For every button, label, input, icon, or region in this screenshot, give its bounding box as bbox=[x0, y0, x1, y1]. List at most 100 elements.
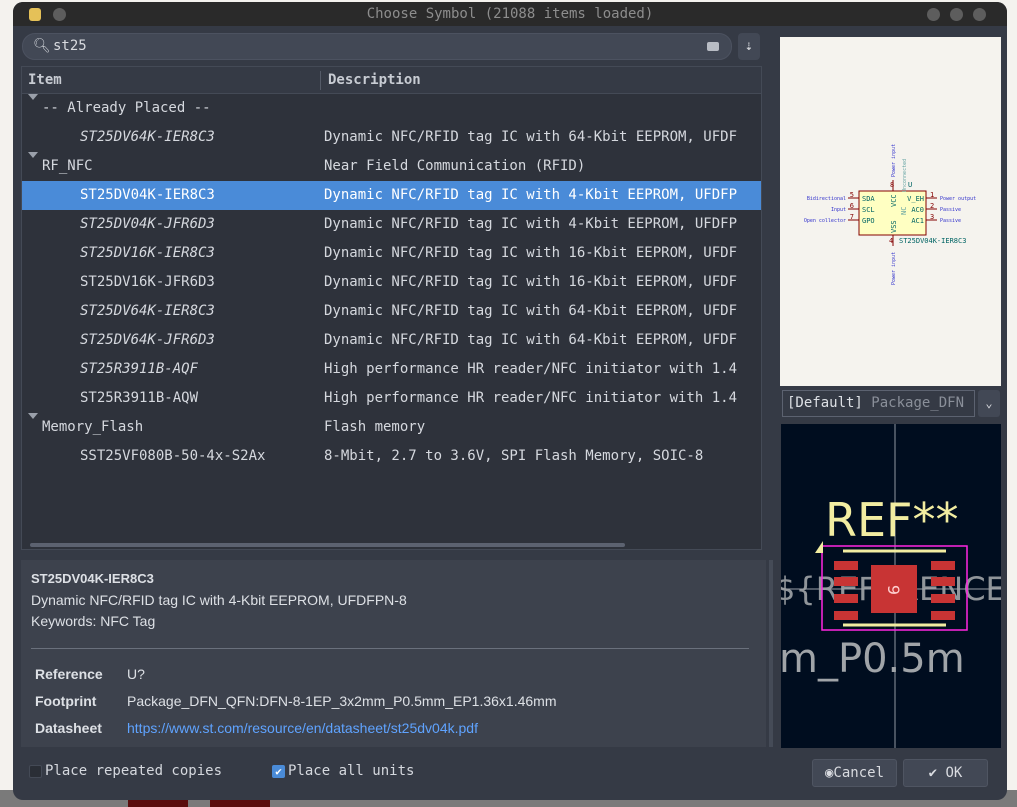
maximize-button[interactable] bbox=[950, 8, 963, 21]
sort-button[interactable]: ⇣ bbox=[738, 33, 760, 60]
pin-number: 7 bbox=[850, 213, 854, 221]
pin-number: 2 bbox=[930, 202, 934, 210]
preview-panel: 5 SDA Bidirectional 1 V_EH Power output 6 SCL In… bbox=[773, 26, 1007, 750]
item-name: ST25DV04K-JFR6D3 bbox=[80, 216, 215, 232]
clear-icon[interactable] bbox=[707, 42, 719, 51]
place-repeated-copies-checkbox[interactable] bbox=[29, 765, 42, 778]
pin-number: 5 bbox=[850, 191, 854, 199]
tree-group[interactable]: RF_NFC Near Field Communication (RFID) bbox=[22, 152, 761, 181]
item-name: ST25R3911B-AQW bbox=[80, 390, 199, 406]
details-keywords: Keywords: NFC Tag bbox=[31, 613, 156, 629]
cancel-label: Cancel bbox=[833, 765, 884, 781]
tree-item[interactable]: ST25DV04K-IER8C3 Dynamic NFC/RFID tag IC … bbox=[22, 181, 761, 210]
item-name: ST25DV16K-JFR6D3 bbox=[80, 274, 215, 290]
column-divider[interactable] bbox=[320, 71, 321, 90]
menu-button[interactable] bbox=[53, 8, 66, 21]
tree-item[interactable]: SST25VF080B-50-4x-S2Ax 8-Mbit, 2.7 to 3.6… bbox=[22, 442, 761, 471]
pad-number: 9 bbox=[884, 585, 903, 595]
footprint-preview: ${REFERENCE} m_P0.5m 9 REF** bbox=[781, 424, 1001, 748]
search-value: st25 bbox=[53, 38, 87, 54]
pin-type: Power input bbox=[891, 144, 897, 177]
footprint-default-label: [Default] bbox=[787, 395, 863, 411]
item-description: Dynamic NFC/RFID tag IC with 16-Kbit EEP… bbox=[324, 274, 738, 290]
app-icon bbox=[29, 8, 41, 21]
window-title: Choose Symbol (21088 items loaded) bbox=[366, 6, 654, 22]
symbol-reference: U bbox=[908, 181, 912, 189]
expand-icon[interactable] bbox=[28, 413, 38, 419]
fp-reference-text: REF** bbox=[825, 493, 959, 547]
footprint-selector[interactable]: [Default] Package_DFN bbox=[782, 390, 975, 417]
pin-type: Bidirectional bbox=[807, 196, 846, 202]
tree-item[interactable]: ST25DV16K-JFR6D3 Dynamic NFC/RFID tag IC … bbox=[22, 268, 761, 297]
ok-button[interactable]: ✔ OK bbox=[903, 759, 988, 787]
column-header-item[interactable]: Item bbox=[28, 67, 62, 94]
pin-number: 8 bbox=[890, 181, 894, 189]
place-repeated-copies-label[interactable]: Place repeated copies bbox=[45, 763, 222, 779]
pin-type: Input bbox=[831, 207, 846, 213]
tree-group[interactable]: -- Already Placed -- bbox=[22, 94, 761, 123]
item-description: Dynamic NFC/RFID tag IC with 16-Kbit EEP… bbox=[324, 245, 738, 261]
item-description: Dynamic NFC/RFID tag IC with 64-Kbit EEP… bbox=[324, 332, 738, 348]
tree-item[interactable]: ST25DV64K-JFR6D3 Dynamic NFC/RFID tag IC … bbox=[22, 326, 761, 355]
column-header-description[interactable]: Description bbox=[328, 67, 421, 94]
expand-icon[interactable] bbox=[28, 94, 38, 100]
symbol-value: ST25DV04K-IER8C3 bbox=[899, 237, 966, 245]
tree-header: Item Description bbox=[22, 67, 761, 94]
chevron-down-icon: ⌄ bbox=[985, 396, 993, 410]
cancel-button[interactable]: ◉Cancel bbox=[812, 759, 897, 787]
item-name: ST25DV64K-IER8C3 bbox=[80, 129, 215, 145]
item-name: Memory_Flash bbox=[42, 419, 144, 435]
place-all-units-checkbox[interactable]: ✔ bbox=[272, 765, 285, 778]
symbol-details: ST25DV04K-IER8C3 Dynamic NFC/RFID tag IC… bbox=[21, 560, 766, 747]
pin-name: VCC bbox=[890, 194, 898, 207]
dialog-footer: Place repeated copies ✔ Place all units … bbox=[13, 750, 1007, 800]
search-input[interactable]: 🔍︎ st25 bbox=[22, 33, 732, 60]
footprint-dropdown-button[interactable]: ⌄ bbox=[978, 390, 1000, 417]
item-name: ST25DV64K-IER8C3 bbox=[80, 303, 215, 319]
item-name: ST25DV64K-JFR6D3 bbox=[80, 332, 215, 348]
divider bbox=[31, 648, 749, 649]
symbol-preview: 5 SDA Bidirectional 1 V_EH Power output 6 SCL In… bbox=[780, 37, 1001, 386]
horizontal-scrollbar[interactable] bbox=[30, 543, 625, 547]
check-icon: ✔ bbox=[928, 765, 946, 781]
field-label-datasheet: Datasheet bbox=[35, 720, 102, 736]
tree-item[interactable]: ST25R3911B-AQW High performance HR reader… bbox=[22, 384, 761, 413]
field-label-reference: Reference bbox=[35, 666, 103, 682]
pin-number: 6 bbox=[850, 202, 854, 210]
pin-number: 1 bbox=[930, 191, 934, 199]
sort-icon: ⇣ bbox=[744, 38, 754, 54]
tree-item[interactable]: ST25R3911B-AQF High performance HR reader… bbox=[22, 355, 761, 384]
pin-name: NC bbox=[900, 207, 908, 215]
field-value-footprint: Package_DFN_QFN:DFN-8-1EP_3x2mm_P0.5mm_E… bbox=[127, 693, 557, 709]
pin-name: SDA bbox=[862, 195, 875, 203]
item-description: Dynamic NFC/RFID tag IC with 4-Kbit EEPR… bbox=[324, 187, 738, 203]
tree-item[interactable]: ST25DV64K-IER8C3 Dynamic NFC/RFID tag IC … bbox=[22, 123, 761, 152]
tree-group[interactable]: Memory_Flash Flash memory bbox=[22, 413, 761, 442]
tree-item[interactable]: ST25DV64K-IER8C3 Dynamic NFC/RFID tag IC … bbox=[22, 297, 761, 326]
item-description: Dynamic NFC/RFID tag IC with 4-Kbit EEPR… bbox=[324, 216, 738, 232]
item-description: High performance HR reader/NFC initiator… bbox=[324, 390, 738, 406]
item-name: ST25DV04K-IER8C3 bbox=[80, 187, 215, 203]
tree-item[interactable]: ST25DV16K-IER8C3 Dynamic NFC/RFID tag IC … bbox=[22, 239, 761, 268]
item-name: ST25R3911B-AQF bbox=[80, 361, 199, 377]
minimize-button[interactable] bbox=[927, 8, 940, 21]
place-all-units-label[interactable]: Place all units bbox=[288, 763, 414, 779]
pin-type: Open collector bbox=[804, 218, 846, 224]
expand-icon[interactable] bbox=[28, 152, 38, 158]
symbol-tree[interactable]: Item Description -- Already Placed -- ST2… bbox=[21, 66, 762, 550]
search-icon: 🔍︎ bbox=[33, 38, 51, 54]
pin-number: 4 bbox=[889, 237, 893, 245]
item-name: -- Already Placed -- bbox=[42, 100, 211, 116]
field-value-reference: U? bbox=[127, 666, 145, 682]
item-description: Near Field Communication (RFID) bbox=[324, 158, 586, 174]
pin-type: Power input bbox=[891, 252, 897, 285]
pin-number: 3 bbox=[930, 213, 934, 221]
close-button[interactable] bbox=[973, 8, 986, 21]
tree-item[interactable]: ST25DV04K-JFR6D3 Dynamic NFC/RFID tag IC … bbox=[22, 210, 761, 239]
item-name: ST25DV16K-IER8C3 bbox=[80, 245, 215, 261]
datasheet-link[interactable]: https://www.st.com/resource/en/datasheet… bbox=[127, 720, 478, 736]
pin-type: Passive bbox=[940, 218, 961, 224]
details-name: ST25DV04K-IER8C3 bbox=[31, 571, 154, 586]
pin-name: VSS bbox=[890, 220, 898, 233]
pin-name: AC1 bbox=[911, 217, 924, 225]
